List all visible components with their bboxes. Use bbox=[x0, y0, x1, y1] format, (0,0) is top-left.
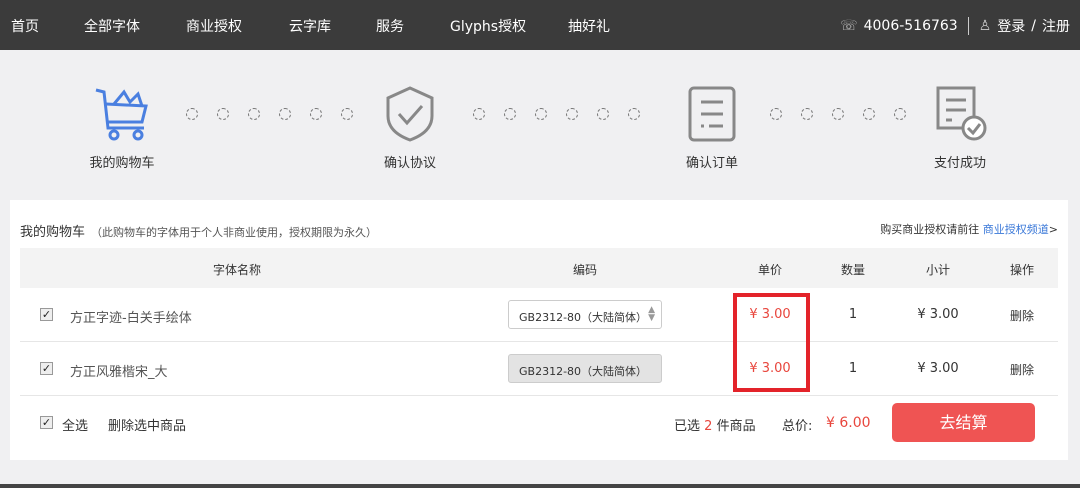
register-link[interactable]: 注册 bbox=[1042, 16, 1070, 36]
col-qty: 数量 bbox=[840, 263, 866, 277]
select-all-checkbox[interactable]: ✓ bbox=[40, 416, 53, 429]
hint-text: 购买商业授权请前往 bbox=[880, 223, 980, 236]
commercial-channel-link[interactable]: 商业授权频道 bbox=[983, 223, 1049, 236]
cart-title: 我的购物车 （此购物车的字体用于个人非商业使用，授权期限为永久） bbox=[20, 221, 377, 240]
selected-count: 2 bbox=[704, 419, 713, 434]
step-connector bbox=[186, 108, 353, 120]
row-checkbox[interactable]: ✓ bbox=[40, 362, 53, 375]
encoding-select: GB2312-80（大陆简体） bbox=[508, 354, 662, 383]
font-name: 方正字迹-白关手绘体 bbox=[70, 311, 192, 326]
table-header: 字体名称 编码 单价 数量 小计 操作 bbox=[20, 248, 1058, 288]
step-agreement: 确认协议 bbox=[370, 86, 450, 171]
nav-lottery[interactable]: 抽好礼 bbox=[568, 16, 610, 36]
subtotal: ¥ 3.00 bbox=[917, 361, 959, 376]
selected-prefix: 已选 bbox=[674, 419, 701, 434]
commercial-hint: 购买商业授权请前往 商业授权频道> bbox=[880, 221, 1058, 237]
document-icon bbox=[688, 86, 736, 142]
encoding-select[interactable]: GB2312-80（大陆简体） ▲ ▼ bbox=[508, 300, 662, 329]
select-all-label[interactable]: 全选 bbox=[62, 415, 88, 434]
checkout-button[interactable]: 去结算 bbox=[892, 403, 1035, 442]
cart-note: （此购物车的字体用于个人非商业使用，授权期限为永久） bbox=[91, 226, 378, 239]
total-label: 总价: bbox=[782, 419, 813, 434]
selected-summary: 已选 2 件商品 bbox=[674, 415, 756, 434]
col-action: 操作 bbox=[1009, 263, 1035, 277]
slash: / bbox=[1031, 18, 1036, 34]
quantity: 1 bbox=[848, 307, 858, 322]
encoding-value: GB2312-80（大陆简体） bbox=[519, 365, 648, 378]
nav-glyphs-license[interactable]: Glyphs授权 bbox=[450, 16, 526, 36]
step-label: 支付成功 bbox=[933, 156, 986, 171]
encoding-value: GB2312-80（大陆简体） bbox=[519, 311, 648, 324]
delete-button[interactable]: 删除 bbox=[1010, 361, 1034, 378]
total-price: ¥ 6.00 bbox=[826, 415, 871, 431]
nav-all-fonts[interactable]: 全部字体 bbox=[84, 16, 140, 36]
shield-check-icon bbox=[386, 86, 434, 142]
phone-number: 4006-516763 bbox=[863, 18, 958, 34]
document-check-icon bbox=[936, 86, 987, 141]
cart-panel: 我的购物车 （此购物车的字体用于个人非商业使用，授权期限为永久） 购买商业授权请前… bbox=[10, 200, 1068, 460]
row-checkbox[interactable]: ✓ bbox=[40, 308, 53, 321]
col-font-name: 字体名称 bbox=[212, 263, 262, 277]
col-subtotal: 小计 bbox=[925, 263, 951, 277]
delete-button[interactable]: 删除 bbox=[1010, 307, 1034, 324]
col-price: 单价 bbox=[757, 263, 783, 277]
chevron-right: > bbox=[1048, 223, 1058, 236]
col-encoding: 编码 bbox=[572, 263, 598, 277]
cart-icon bbox=[95, 88, 148, 141]
divider bbox=[967, 17, 969, 35]
user-icon: ♙ bbox=[978, 18, 992, 34]
subtotal: ¥ 3.00 bbox=[917, 307, 959, 322]
step-paid: 支付成功 bbox=[920, 86, 1000, 171]
cart-footer: ✓ 全选 删除选中商品 已选 2 件商品 总价: ¥ 6.00 去结算 bbox=[20, 396, 1058, 450]
table-row: ✓ 方正风雅楷宋_大 GB2312-80（大陆简体） ¥ 3.00 1 ¥ 3.… bbox=[20, 342, 1058, 396]
nav-cloud-fonts[interactable]: 云字库 bbox=[289, 16, 331, 36]
selected-suffix: 件商品 bbox=[716, 419, 756, 434]
delete-selected-button[interactable]: 删除选中商品 bbox=[108, 415, 186, 434]
nav-commercial-license[interactable]: 商业授权 bbox=[186, 16, 242, 36]
updown-icon: ▲ ▼ bbox=[648, 305, 655, 323]
bottom-bar bbox=[0, 484, 1080, 488]
step-cart: 我的购物车 bbox=[82, 86, 162, 171]
step-label: 确认订单 bbox=[685, 156, 738, 171]
phone-icon: ☏ bbox=[840, 18, 858, 34]
top-nav: 首页 全部字体 商业授权 云字库 服务 Glyphs授权 抽好礼 ☏ 4006-… bbox=[0, 0, 1080, 50]
step-connector bbox=[473, 108, 640, 120]
font-name: 方正风雅楷宋_大 bbox=[70, 365, 168, 380]
step-order: 确认订单 bbox=[672, 86, 752, 171]
step-connector bbox=[770, 108, 906, 120]
nav-services[interactable]: 服务 bbox=[376, 16, 404, 36]
table-row: ✓ 方正字迹-白关手绘体 GB2312-80（大陆简体） ▲ ▼ ¥ 3.00 1 … bbox=[20, 288, 1058, 342]
step-label: 确认协议 bbox=[383, 156, 436, 171]
quantity: 1 bbox=[848, 361, 858, 376]
highlight-box bbox=[733, 293, 810, 392]
cart-title-text: 我的购物车 bbox=[20, 225, 86, 240]
step-label: 我的购物车 bbox=[89, 156, 155, 171]
login-link[interactable]: 登录 bbox=[997, 16, 1025, 36]
nav-home[interactable]: 首页 bbox=[11, 16, 39, 36]
